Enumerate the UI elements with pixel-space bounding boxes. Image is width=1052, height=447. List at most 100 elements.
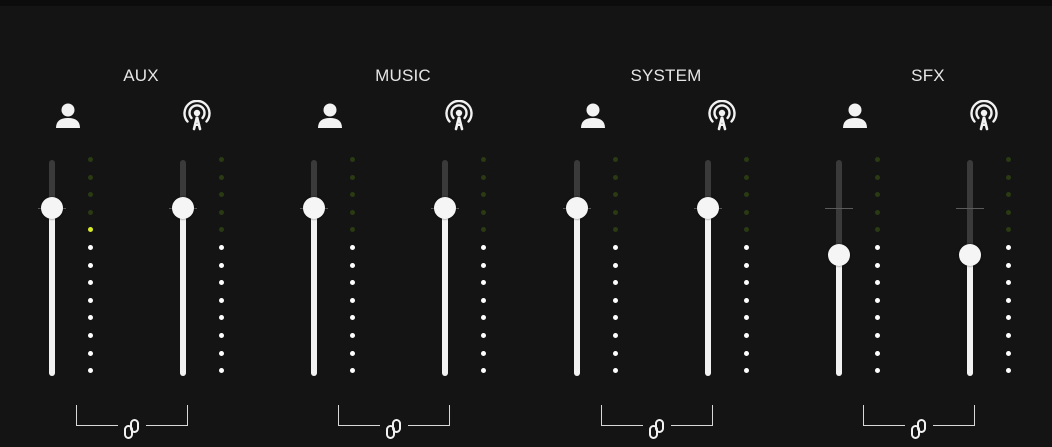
volume-slider-local[interactable] <box>563 160 591 378</box>
meter-dot <box>481 174 486 180</box>
meter-dot <box>744 280 749 286</box>
unity-gain-marker <box>956 207 984 209</box>
slider-fill <box>180 207 186 376</box>
meter-dot <box>350 368 355 374</box>
link-toggle[interactable] <box>338 405 450 441</box>
chain-link-icon[interactable] <box>384 417 404 441</box>
meter-dot <box>613 227 618 233</box>
volume-slider-local[interactable] <box>300 160 328 378</box>
slider-handle[interactable] <box>959 244 981 267</box>
volume-slider-broadcast[interactable] <box>169 160 197 378</box>
link-line <box>933 425 963 426</box>
meter-dot <box>613 297 618 303</box>
meter-dot <box>350 157 355 162</box>
meter-dot <box>350 174 355 180</box>
slider-handle[interactable] <box>172 196 194 219</box>
meter-dot <box>744 368 749 374</box>
slider-handle[interactable] <box>303 196 325 219</box>
meter-dot <box>481 315 486 321</box>
meter-dot <box>350 192 355 198</box>
level-meter-broadcast <box>744 157 750 379</box>
meter-dot <box>481 333 486 338</box>
link-bracket-left <box>76 405 89 426</box>
meter-dot <box>481 350 486 356</box>
level-meter-broadcast <box>481 157 487 379</box>
volume-slider-broadcast[interactable] <box>694 160 722 378</box>
meter-dot <box>875 174 880 180</box>
meter-dot <box>1006 350 1011 356</box>
meter-dot <box>219 192 224 198</box>
meter-dot <box>744 227 749 233</box>
meter-dot <box>88 262 93 268</box>
meter-dot <box>1006 368 1011 374</box>
link-line <box>671 425 701 426</box>
link-bracket-right <box>700 405 713 426</box>
meter-dot <box>481 368 486 374</box>
slider-handle[interactable] <box>566 196 588 219</box>
channel-group-system: SYSTEM <box>535 0 797 447</box>
user-icon <box>577 100 609 132</box>
meter-dot <box>219 350 224 356</box>
meter-dot <box>481 227 486 233</box>
meter-dot <box>481 245 486 250</box>
meter-dot <box>88 209 93 215</box>
meter-dot <box>613 157 618 162</box>
group-title: SFX <box>911 66 945 85</box>
channel-group-music: MUSIC <box>272 0 534 447</box>
meter-dot <box>1006 262 1011 268</box>
meter-dot <box>88 227 93 233</box>
broadcast-icon <box>968 100 1000 132</box>
meter-dot <box>88 174 93 180</box>
link-toggle[interactable] <box>601 405 713 441</box>
meter-dot <box>350 227 355 233</box>
meter-dot <box>88 297 93 303</box>
meter-dot <box>219 262 224 268</box>
user-icon <box>52 100 84 132</box>
volume-slider-local[interactable] <box>38 160 66 378</box>
level-meter-local <box>88 157 94 379</box>
meter-dot <box>350 262 355 268</box>
meter-dot <box>744 192 749 198</box>
meter-dot <box>219 280 224 286</box>
slider-handle[interactable] <box>434 196 456 219</box>
user-icon <box>839 100 871 132</box>
slider-fill <box>836 255 842 376</box>
chain-link-icon[interactable] <box>909 417 929 441</box>
level-meter-local <box>875 157 881 379</box>
slider-fill <box>49 207 55 376</box>
meter-dot <box>875 333 880 338</box>
meter-dot <box>88 350 93 356</box>
meter-dot <box>875 262 880 268</box>
group-title: SYSTEM <box>630 66 702 85</box>
link-bracket-right <box>437 405 450 426</box>
meter-dot <box>1006 227 1011 233</box>
meter-dot <box>350 350 355 356</box>
meter-dot <box>481 192 486 198</box>
meter-dot <box>875 192 880 198</box>
meter-dot <box>613 192 618 198</box>
slider-handle[interactable] <box>828 244 850 267</box>
slider-handle[interactable] <box>697 196 719 219</box>
link-toggle[interactable] <box>863 405 975 441</box>
meter-dot <box>88 245 93 250</box>
link-bracket-left <box>863 405 876 426</box>
link-line <box>875 425 905 426</box>
slider-handle[interactable] <box>41 196 63 219</box>
meter-dot <box>350 280 355 286</box>
link-bracket-right <box>175 405 188 426</box>
level-meter-local <box>613 157 619 379</box>
meter-dot <box>88 280 93 286</box>
volume-slider-broadcast[interactable] <box>431 160 459 378</box>
link-toggle[interactable] <box>76 405 188 441</box>
meter-dot <box>744 262 749 268</box>
broadcast-icon <box>443 100 475 132</box>
chain-link-icon[interactable] <box>122 417 142 441</box>
volume-slider-local[interactable] <box>825 160 853 378</box>
meter-dot <box>481 280 486 286</box>
volume-slider-broadcast[interactable] <box>956 160 984 378</box>
meter-dot <box>744 157 749 162</box>
link-line <box>146 425 176 426</box>
meter-dot <box>613 368 618 374</box>
meter-dot <box>1006 174 1011 180</box>
chain-link-icon[interactable] <box>647 417 667 441</box>
